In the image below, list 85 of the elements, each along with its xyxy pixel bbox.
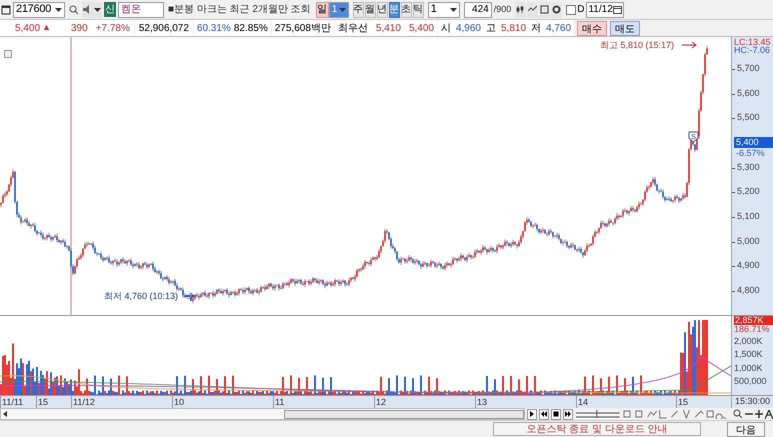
caret-icon	[94, 8, 101, 12]
high-price-note: 최고 5,810 (15:17)	[600, 39, 674, 52]
current-percent: -6.57%	[736, 149, 765, 158]
notice-text: ■분봉 마크는 최근 2개월만 조회	[168, 3, 311, 17]
low-price: 4,760	[546, 22, 572, 36]
zoom-slider-icon[interactable]	[574, 410, 620, 418]
fast-forward-icon[interactable]	[562, 408, 573, 420]
trading-amount: 275,608백만	[272, 20, 334, 36]
rewind-icon[interactable]	[539, 408, 549, 420]
caret-icon	[55, 8, 62, 12]
notice-banner[interactable]: 오픈스탁 종료 및 다운로드 안내	[493, 422, 701, 436]
bar-max-text: /900	[494, 2, 512, 16]
best-ask: 5,410	[376, 22, 401, 36]
day-button[interactable]: 일	[316, 2, 329, 18]
price-tick-label: 5,000	[737, 236, 760, 246]
period-tab[interactable]: 초	[400, 2, 412, 18]
price-tick-label: 5,300	[737, 162, 760, 172]
time-end-label: 15:30:00	[734, 395, 770, 408]
low-arrow	[184, 292, 195, 300]
checkbox-label: D	[577, 3, 584, 17]
play-icon[interactable]	[527, 408, 537, 420]
price-tick-label: 5,700	[737, 64, 760, 73]
scroll-thumb[interactable]	[284, 410, 524, 418]
save-icon[interactable]	[539, 2, 550, 18]
hc-value: HC:-7.06	[734, 46, 770, 55]
period-tab[interactable]: 월	[364, 2, 376, 18]
speaker-icon	[83, 5, 92, 14]
current-price: 5,400	[15, 22, 40, 36]
buy-button[interactable]: 매수	[577, 20, 608, 36]
volume-tick-label: 1,000K	[734, 364, 763, 373]
high-price: 5,810	[501, 22, 526, 36]
trading-volume: 52,906,072	[134, 20, 193, 36]
low-price-note: 최저 4,760 (10:13)	[104, 290, 178, 303]
time-label: 15	[676, 396, 688, 408]
line-add-icon[interactable]	[527, 2, 538, 18]
high-label: 고	[486, 22, 496, 36]
window-menu-icon[interactable]	[1, 4, 11, 16]
bar-count-field[interactable]: 424	[464, 2, 492, 18]
market-badge: 신	[104, 2, 116, 17]
volume-tick-label: 500,000	[734, 376, 767, 386]
best-bid: 5,400	[408, 22, 434, 36]
open-label: 시	[440, 22, 451, 36]
price-change: 390	[70, 22, 88, 36]
volume-tick-label: 2,000K	[734, 337, 763, 346]
time-label: 14	[576, 396, 588, 408]
caret-icon	[450, 8, 457, 12]
change-percent: +7.78%	[96, 22, 130, 36]
best-quote-label: 최우선	[338, 22, 368, 36]
volume-percent: 186.71%	[734, 325, 770, 334]
candle-add-icon[interactable]	[515, 2, 526, 18]
price-tick-label: 5,100	[737, 212, 760, 222]
sell-button[interactable]: 매도	[610, 20, 640, 36]
d-checkbox[interactable]	[566, 4, 576, 14]
dropdown-button[interactable]	[82, 2, 102, 18]
price-tick-label: 4,800	[737, 286, 760, 296]
lc-value: LC:13.45	[734, 38, 771, 47]
turnover-ratio: 82.85%	[234, 22, 268, 36]
volume-tick-label: 1,500K	[734, 350, 763, 360]
period-tab[interactable]: 주	[352, 2, 364, 18]
search-icon[interactable]	[733, 409, 744, 419]
open-price: 4,960	[456, 22, 481, 36]
next-button[interactable]: 다음	[727, 422, 765, 436]
stock-name-field[interactable]: 켐온	[118, 2, 164, 18]
interval-select[interactable]: 1	[428, 2, 460, 18]
calendar-icon[interactable]	[613, 6, 622, 14]
price-tick-label: 5,600	[737, 88, 760, 98]
caret-icon	[338, 8, 346, 12]
stock-code-field[interactable]: 217600	[13, 2, 65, 18]
price-tick-label: 5,500	[737, 113, 760, 122]
date-field[interactable]: 11/12	[586, 2, 624, 18]
volume-marker: 2,857K	[734, 316, 773, 325]
high-arrow	[682, 42, 697, 48]
volume-ratio: 60.31%	[196, 22, 231, 36]
zoom-in-icon[interactable]	[755, 410, 764, 418]
text-tool-icon[interactable]	[765, 410, 773, 418]
period-tab[interactable]: 틱	[412, 2, 424, 18]
current-price-marker: 5,400	[734, 137, 773, 148]
price-tick-label: 4,900	[737, 261, 760, 270]
scroll-left-icon[interactable]	[1, 410, 9, 418]
horizontal-scrollbar[interactable]	[0, 408, 526, 420]
price-tick-label: 5,200	[737, 187, 760, 196]
up-arrow: ▲	[42, 21, 51, 34]
low-label: 저	[531, 22, 542, 36]
period-tab[interactable]: 년	[376, 2, 388, 18]
stop-icon[interactable]	[550, 408, 561, 420]
